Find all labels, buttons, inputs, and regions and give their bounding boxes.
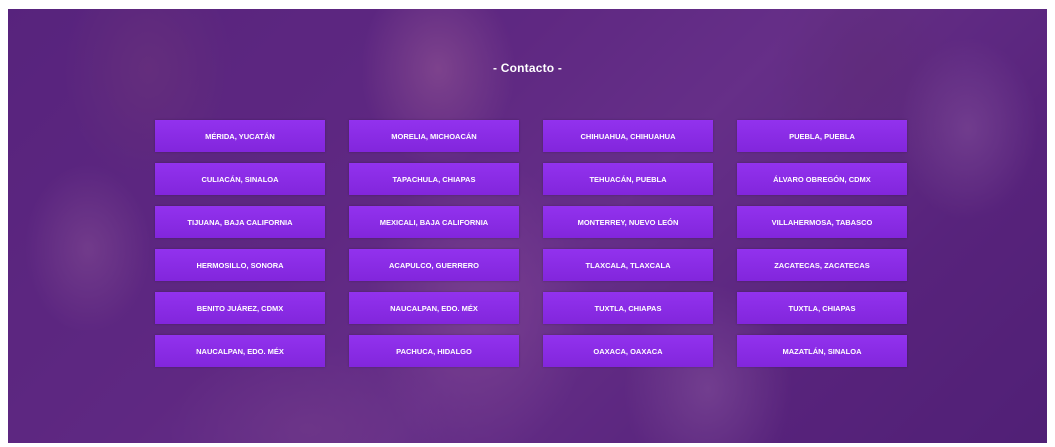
location-button[interactable]: NAUCALPAN, EDO. MÉX <box>155 335 325 367</box>
location-button[interactable]: BENITO JUÁREZ, CDMX <box>155 292 325 324</box>
location-button[interactable]: NAUCALPAN, EDO. MÉX <box>349 292 519 324</box>
location-button[interactable]: MORELIA, MICHOACÁN <box>349 120 519 152</box>
location-button[interactable]: MAZATLÁN, SINALOA <box>737 335 907 367</box>
location-grid: MÉRIDA, YUCATÁN MORELIA, MICHOACÁN CHIHU… <box>155 120 909 370</box>
location-button[interactable]: ACAPULCO, GUERRERO <box>349 249 519 281</box>
contact-section: - Contacto - MÉRIDA, YUCATÁN MORELIA, MI… <box>8 9 1047 443</box>
location-button[interactable]: TUXTLA, CHIAPAS <box>543 292 713 324</box>
location-button[interactable]: HERMOSILLO, SONORA <box>155 249 325 281</box>
location-button[interactable]: TEHUACÁN, PUEBLA <box>543 163 713 195</box>
location-button[interactable]: MEXICALI, BAJA CALIFORNIA <box>349 206 519 238</box>
location-button[interactable]: CHIHUAHUA, CHIHUAHUA <box>543 120 713 152</box>
section-title: - Contacto - <box>492 61 563 75</box>
location-button[interactable]: ÁLVARO OBREGÓN, CDMX <box>737 163 907 195</box>
location-button[interactable]: OAXACA, OAXACA <box>543 335 713 367</box>
location-button[interactable]: TIJUANA, BAJA CALIFORNIA <box>155 206 325 238</box>
location-button[interactable]: TLAXCALA, TLAXCALA <box>543 249 713 281</box>
location-button[interactable]: PACHUCA, HIDALGO <box>349 335 519 367</box>
location-button[interactable]: VILLAHERMOSA, TABASCO <box>737 206 907 238</box>
location-button[interactable]: TUXTLA, CHIAPAS <box>737 292 907 324</box>
location-button[interactable]: CULIACÁN, SINALOA <box>155 163 325 195</box>
location-button[interactable]: MÉRIDA, YUCATÁN <box>155 120 325 152</box>
location-button[interactable]: PUEBLA, PUEBLA <box>737 120 907 152</box>
location-button[interactable]: TAPACHULA, CHIAPAS <box>349 163 519 195</box>
location-button[interactable]: ZACATECAS, ZACATECAS <box>737 249 907 281</box>
location-button[interactable]: MONTERREY, NUEVO LEÓN <box>543 206 713 238</box>
